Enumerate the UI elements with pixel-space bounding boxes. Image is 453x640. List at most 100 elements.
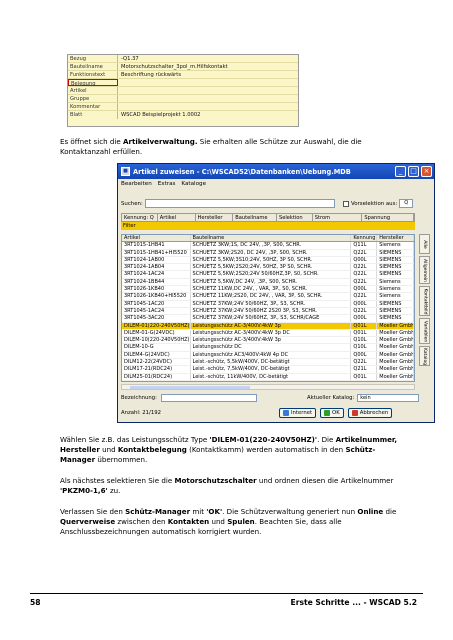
table-cell: Q00L xyxy=(351,351,378,359)
table-row[interactable]: 3RT1026-1KB40 SCHUETZ 11KW,DC 24V, , VAR,… xyxy=(122,286,414,294)
title-bar[interactable]: ■ Artikel zuweisen - C:\WSCAD52\Datenban… xyxy=(118,164,434,179)
paragraph-verlassen: Verlassen Sie den Schütz-Manager mit 'OK… xyxy=(60,507,400,537)
minimize-button[interactable]: _ xyxy=(395,166,406,177)
tab-label: Variablen xyxy=(422,320,428,342)
table-row[interactable]: 3RT1024-1AB00 SCHUETZ 5,5KW;3S10;24V, 50H… xyxy=(122,256,414,265)
table-row[interactable]: DILM32-10(RDC24)Leist.-schütz, 15kW/400V… xyxy=(122,380,414,381)
table-cell: 3RT1026-1KB40 xyxy=(122,286,191,293)
katalog-select[interactable]: kein xyxy=(357,394,420,402)
tab-variablen[interactable]: Variablen xyxy=(419,318,430,344)
table-cell: Moeller GmbH xyxy=(379,359,415,366)
col-kennung[interactable]: Kennung xyxy=(351,235,378,242)
table-row[interactable]: DILEM-10-G Leistungsschütz DC Q10L Moeller … xyxy=(122,344,415,352)
text: . Die xyxy=(317,435,336,444)
tab-alle[interactable]: Alle xyxy=(419,234,430,254)
menu-bearbeiten[interactable]: Bearbeiten xyxy=(121,179,152,189)
table-row[interactable]: 3RT1024-1AC24 SCHUETZ 5,5KW;2S20;24V 50/6… xyxy=(122,271,414,279)
filter-col-strom[interactable]: Strom xyxy=(313,214,363,221)
table-cell: DILM25-01(RDC24) xyxy=(122,373,191,380)
table-row[interactable]: DILM12-22(24VDC) Leist.-schütz, 5,5kW/400… xyxy=(122,359,415,367)
filter-col-artikel[interactable]: Artikel xyxy=(158,214,196,221)
table-cell: Leistungsschütz DC xyxy=(191,344,352,351)
tab-katalog[interactable]: Katalog xyxy=(419,346,430,366)
table-row[interactable]: 3RT1015-1HB41 SCHUETZ 3KW;1S, DC 24V, ,3P… xyxy=(122,242,414,250)
prop-row-gruppe[interactable]: Gruppe xyxy=(68,95,298,103)
table-row[interactable]: 3RT1015-1HB41+HI5520 SCHUETZ 3KW;2S20, DC… xyxy=(122,249,414,257)
filter-col-kennung[interactable]: Kennung: Q xyxy=(122,214,158,221)
table-row[interactable]: 3RT1045-3AC20 SCHUETZ 37KW;24V 50/60HZ, 3… xyxy=(122,315,414,323)
table-cell: 3RT1024-1AC24 xyxy=(122,271,191,278)
text: Es öffnet sich die xyxy=(60,137,123,146)
table-cell: SCHUETZ 37KW;24V 50/60HZ 2S20 3P, S3, SC… xyxy=(191,307,352,315)
text: mit xyxy=(190,507,207,516)
prop-value: Motorschutzschalter_3pol_m.Hilfskontakt xyxy=(121,64,228,70)
filter-col-hersteller[interactable]: Hersteller xyxy=(196,214,234,221)
preselect-dropdown[interactable]: Q xyxy=(399,199,414,208)
table-row[interactable]: 3RT1024-1BB44 SCHUETZ 5,5KW,DC 24V, ,3P.,… xyxy=(122,278,414,287)
search-input[interactable] xyxy=(145,199,335,208)
table-cell: SCHUETZ 37KW;24V 50/60HZ, 3P., S3, SCHR. xyxy=(191,300,352,307)
prop-row-artikel[interactable]: Artikel xyxy=(68,87,298,95)
table-cell: Siemens xyxy=(377,242,414,249)
prop-value xyxy=(118,87,298,94)
tab-label: Alle xyxy=(422,239,427,249)
text: Wählen Sie z.B. das Leistungsschütz Type xyxy=(60,435,210,444)
close-button[interactable]: × xyxy=(421,166,432,177)
internet-button[interactable]: Internet xyxy=(279,408,317,418)
side-tabs: Alle Allgemein Kontaktbild Variablen Kat… xyxy=(417,234,432,366)
table-row[interactable]: DILEM-10(220-240V50HZ) Leistungsschütz AC… xyxy=(122,337,415,345)
filter-col-spannung[interactable]: Spannung xyxy=(362,214,415,221)
prop-row-blatt[interactable]: Blatt WSCAD Beispielprojekt 1.0002 xyxy=(68,111,298,119)
tab-kontaktbild[interactable]: Kontaktbild xyxy=(419,286,430,316)
prop-row-funktionstext[interactable]: Funktionstext Beschriftung rückwärts xyxy=(68,71,298,79)
table-cell: Q22L xyxy=(351,264,378,271)
table-cell: Leist.-schütz, 11kW/400V, DC-betätigt xyxy=(191,373,352,380)
ok-button[interactable]: OK xyxy=(320,408,344,418)
table-row[interactable]: 3RT1026-1KB40+HI5520 SCHUETZ 11KW;2S20, D… xyxy=(122,293,414,301)
text: Verlassen Sie den xyxy=(60,507,126,516)
horizontal-scrollbar[interactable] xyxy=(121,384,415,390)
col-artikel[interactable]: Artikel xyxy=(122,235,191,242)
col-hersteller[interactable]: Hersteller xyxy=(377,235,414,242)
prop-row-bezug[interactable]: Bezug -Q1.37 xyxy=(68,55,298,63)
table-row[interactable]: DILM25-01(RDC24) Leist.-schütz, 11kW/400V… xyxy=(122,373,414,381)
table-cell: 3RT1015-1HB41+HI5520 xyxy=(122,249,191,256)
table-cell: DILEM-10-G xyxy=(122,344,191,351)
table-row[interactable]: 3RT1024-1AB04 SCHUETZ 5,5KW;2S20;24V, 50H… xyxy=(122,264,414,272)
text: zu. xyxy=(107,486,121,495)
table-cell: Moeller GmbH xyxy=(379,366,415,373)
prop-row-bauteilname[interactable]: Bauteilname Motorschutzschalter_3pol_m.H… xyxy=(68,63,298,71)
table-cell: DILEM-01(220-240V50HZ) xyxy=(124,322,191,329)
filter-col-selektion[interactable]: Selektion xyxy=(277,214,313,221)
menu-extras[interactable]: Extras xyxy=(158,179,176,189)
bezeichnung-row: Bezeichnung: Aktueller Katalog: kein xyxy=(121,393,431,403)
bezeichnung-field[interactable] xyxy=(161,394,257,402)
prop-row-kommentar[interactable]: Kommentar xyxy=(68,103,298,111)
table-cell: SIEMENS xyxy=(377,249,414,256)
table-row[interactable]: DILEM4-G(24VDC) Leistungsschütz AC3/400V:… xyxy=(122,351,414,360)
filter-row[interactable]: Filter xyxy=(121,222,415,230)
table-cell: 3RT1024-1AB04 xyxy=(122,264,191,271)
maximize-button[interactable]: □ xyxy=(408,166,419,177)
table-cell: Moeller GmbH xyxy=(379,337,415,344)
prop-row-belegung[interactable]: Belegung xyxy=(68,79,298,87)
tab-allgemein[interactable]: Allgemein xyxy=(419,256,430,284)
table-row[interactable]: 3RT1045-1AC20 SCHUETZ 37KW;24V 50/60HZ, 3… xyxy=(122,300,414,308)
table-cell: Moeller GmbH xyxy=(379,344,415,351)
col-bauteilname[interactable]: Bauteilname xyxy=(191,235,352,242)
abbrechen-button[interactable]: Abbrechen xyxy=(347,408,393,418)
preselect-checkbox[interactable] xyxy=(343,200,349,207)
table-row[interactable]: DILEM-01(220-240V50HZ) Leistungsschütz AC… xyxy=(122,322,414,330)
menu-kataloge[interactable]: Kataloge xyxy=(181,179,206,189)
table-cell: Q00L xyxy=(351,300,378,307)
bold-text: 'PKZM0-1,6' xyxy=(60,486,108,495)
table-cell: DILEM-01-G(24VDC) xyxy=(122,329,191,337)
filter-col-bauteilname[interactable]: Bauteilname xyxy=(233,214,277,221)
table-row[interactable]: 3RT1045-1AC24 SCHUETZ 37KW;24V 50/60HZ 2S… xyxy=(122,307,414,316)
status-row: Anzahl: 21/192 Internet OK Abbrechen xyxy=(121,407,431,419)
scroll-thumb[interactable] xyxy=(130,386,250,389)
prop-key: Funktionstext xyxy=(68,71,118,78)
table-row[interactable]: DILM17-21(RDC24) Leist.-schütz, 7,5kW/400… xyxy=(122,366,415,374)
table-cell: Moeller GmbH xyxy=(379,329,415,337)
table-row[interactable]: DILEM-01-G(24VDC) Leistungsschütz AC-3/40… xyxy=(122,329,415,338)
